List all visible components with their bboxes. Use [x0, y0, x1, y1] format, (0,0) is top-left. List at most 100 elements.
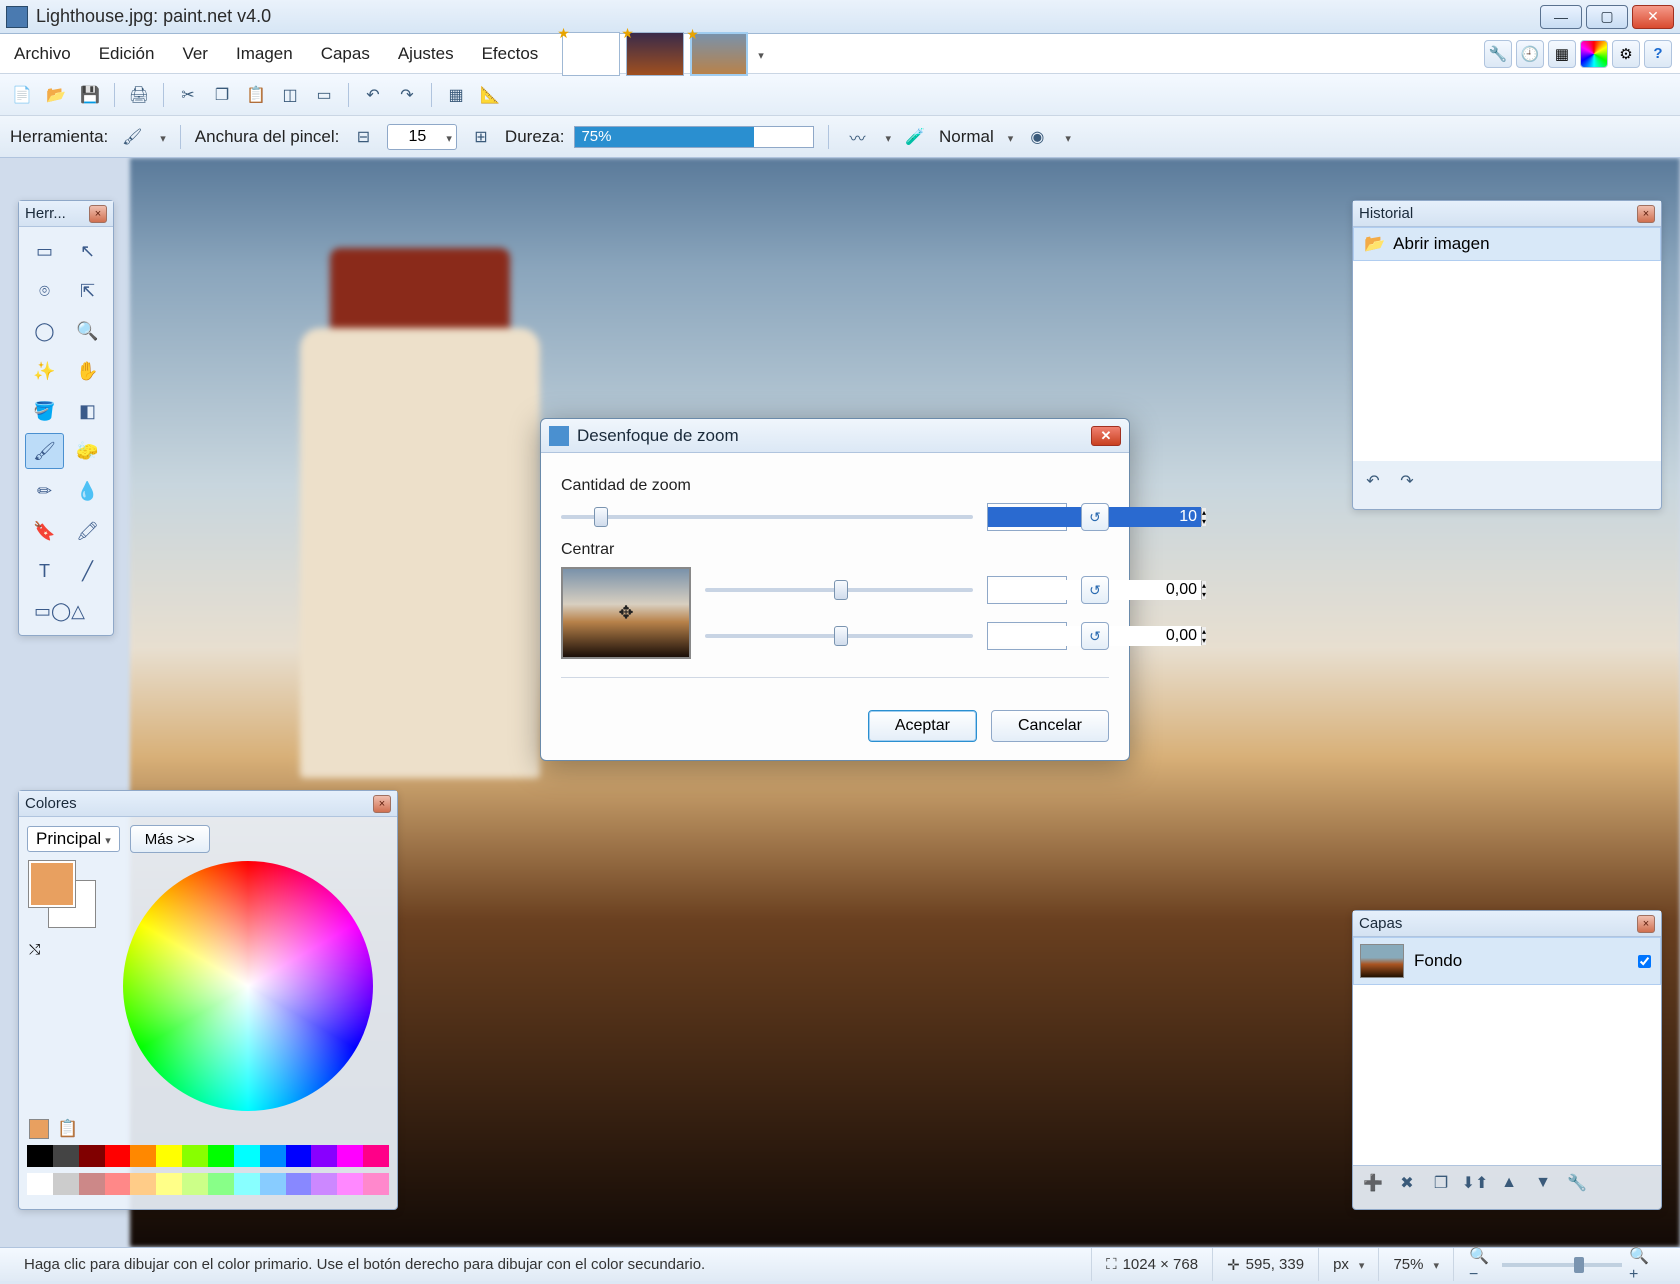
- center-preview[interactable]: [561, 567, 691, 659]
- minimize-button[interactable]: —: [1540, 5, 1582, 29]
- tools-window-toggle[interactable]: 🔧: [1484, 40, 1512, 68]
- ruler-icon[interactable]: 📐: [476, 81, 504, 109]
- print-icon[interactable]: 🖨: [125, 81, 153, 109]
- menu-ajustes[interactable]: Ajustes: [384, 38, 468, 70]
- duplicate-layer-icon[interactable]: ❐: [1427, 1169, 1455, 1197]
- move-layer-down-icon[interactable]: ▼: [1529, 1169, 1557, 1197]
- merge-layer-icon[interactable]: ⬇⬆: [1461, 1169, 1489, 1197]
- history-redo-icon[interactable]: ↷: [1393, 467, 1421, 495]
- tools-panel[interactable]: Herr...× ▭ ↖ ⌾ ⇱ ◯ 🔍 ✨ ✋ 🪣 ◧ 🖌 🧽 ✏ 💧 🔖 🖍…: [18, 200, 114, 636]
- new-file-icon[interactable]: 📄: [8, 81, 36, 109]
- clone-stamp-tool[interactable]: 🔖: [25, 513, 64, 549]
- text-tool[interactable]: T: [25, 553, 64, 589]
- doc-thumb-3[interactable]: ★: [690, 32, 748, 76]
- ellipse-select-tool[interactable]: ◯: [25, 313, 64, 349]
- save-icon[interactable]: 💾: [76, 81, 104, 109]
- history-item[interactable]: 📂 Abrir imagen: [1353, 227, 1661, 261]
- shapes-tool[interactable]: ▭◯△: [25, 593, 107, 629]
- center-y-slider[interactable]: [705, 634, 973, 638]
- undo-icon[interactable]: ↶: [359, 81, 387, 109]
- menu-archivo[interactable]: Archivo: [0, 38, 85, 70]
- move-layer-up-icon[interactable]: ▲: [1495, 1169, 1523, 1197]
- cut-icon[interactable]: ✂: [174, 81, 202, 109]
- palette-row-2[interactable]: [27, 1173, 389, 1195]
- doc-thumbs-dropdown[interactable]: [754, 44, 764, 64]
- delete-layer-icon[interactable]: ✖: [1393, 1169, 1421, 1197]
- close-panel-icon[interactable]: ×: [1637, 915, 1655, 933]
- menu-ver[interactable]: Ver: [168, 38, 222, 70]
- color-mode-select[interactable]: Principal: [27, 826, 120, 852]
- doc-thumb-1[interactable]: ★: [562, 32, 620, 76]
- doc-thumb-2[interactable]: ★: [626, 32, 684, 76]
- reset-cy-button[interactable]: ↺: [1081, 622, 1109, 650]
- grid-icon[interactable]: ▦: [442, 81, 470, 109]
- move-tool[interactable]: ↖: [68, 233, 107, 269]
- hardness-slider[interactable]: 75%: [574, 126, 814, 148]
- redo-icon[interactable]: ↷: [393, 81, 421, 109]
- brush-width-input[interactable]: [387, 124, 457, 150]
- spin-down-icon[interactable]: ▾: [1201, 517, 1206, 526]
- history-window-toggle[interactable]: 🕘: [1516, 40, 1544, 68]
- antialias-icon[interactable]: 〰: [843, 123, 871, 151]
- magic-wand-tool[interactable]: ✨: [25, 353, 64, 389]
- layer-row[interactable]: Fondo: [1353, 937, 1661, 985]
- swap-colors-icon[interactable]: ⤭: [29, 941, 99, 958]
- help-icon[interactable]: ?: [1644, 40, 1672, 68]
- colors-window-toggle[interactable]: [1580, 40, 1608, 68]
- layers-window-toggle[interactable]: ▦: [1548, 40, 1576, 68]
- palette-row-1[interactable]: [27, 1145, 389, 1167]
- copy-icon[interactable]: ❐: [208, 81, 236, 109]
- layer-blend-icon[interactable]: ◉: [1023, 123, 1051, 151]
- open-file-icon[interactable]: 📂: [42, 81, 70, 109]
- zoom-out-icon[interactable]: 🔍−: [1468, 1251, 1496, 1279]
- dialog-close-icon[interactable]: ✕: [1091, 426, 1121, 446]
- zoom-in-icon[interactable]: 🔍+: [1628, 1251, 1656, 1279]
- pan-tool[interactable]: ✋: [68, 353, 107, 389]
- reset-cx-button[interactable]: ↺: [1081, 576, 1109, 604]
- color-wheel[interactable]: [123, 861, 373, 1111]
- paste-icon[interactable]: 📋: [242, 81, 270, 109]
- menu-efectos[interactable]: Efectos: [468, 38, 553, 70]
- gradient-tool[interactable]: ◧: [68, 393, 107, 429]
- rect-select-tool[interactable]: ▭: [25, 233, 64, 269]
- tool-dropdown[interactable]: [156, 127, 166, 147]
- add-layer-icon[interactable]: ➕: [1359, 1169, 1387, 1197]
- menu-capas[interactable]: Capas: [307, 38, 384, 70]
- recolor-tool[interactable]: 🖍: [68, 513, 107, 549]
- maximize-button[interactable]: ▢: [1586, 5, 1628, 29]
- width-increase-icon[interactable]: ⊞: [467, 123, 495, 151]
- deselect-icon[interactable]: ▭: [310, 81, 338, 109]
- history-panel[interactable]: Historial× 📂 Abrir imagen ↶ ↷: [1352, 200, 1662, 510]
- width-decrease-icon[interactable]: ⊟: [349, 123, 377, 151]
- primary-color-swatch[interactable]: [29, 861, 75, 907]
- zoom-dropdown[interactable]: [1429, 1256, 1439, 1273]
- line-tool[interactable]: ╱: [68, 553, 107, 589]
- spin-up-icon[interactable]: ▴: [1201, 508, 1206, 517]
- paintbrush-tool[interactable]: 🖌: [25, 433, 64, 469]
- palette-manage-icon[interactable]: 📋: [57, 1119, 77, 1139]
- eraser-tool[interactable]: 🧽: [68, 433, 107, 469]
- zoom-amount-input[interactable]: ▴▾: [987, 503, 1067, 531]
- close-panel-icon[interactable]: ×: [373, 795, 391, 813]
- close-window-button[interactable]: ✕: [1632, 5, 1674, 29]
- history-undo-icon[interactable]: ↶: [1359, 467, 1387, 495]
- zoom-tool[interactable]: 🔍: [68, 313, 107, 349]
- add-color-swatch[interactable]: [29, 1119, 49, 1139]
- zoom-slider[interactable]: [1502, 1263, 1622, 1267]
- fill-icon[interactable]: 🧪: [901, 123, 929, 151]
- move-selection-tool[interactable]: ⇱: [68, 273, 107, 309]
- menu-imagen[interactable]: Imagen: [222, 38, 307, 70]
- colors-panel[interactable]: Colores× Principal Más >> ⤭ 📋: [18, 790, 398, 1210]
- center-x-input[interactable]: ▴▾: [987, 576, 1067, 604]
- lasso-tool[interactable]: ⌾: [25, 273, 64, 309]
- cancel-button[interactable]: Cancelar: [991, 710, 1109, 742]
- center-y-input[interactable]: ▴▾: [987, 622, 1067, 650]
- unit-dropdown[interactable]: [1355, 1256, 1365, 1273]
- more-colors-button[interactable]: Más >>: [130, 825, 210, 853]
- menu-edicion[interactable]: Edición: [85, 38, 169, 70]
- layer-properties-icon[interactable]: 🔧: [1563, 1169, 1591, 1197]
- paint-bucket-tool[interactable]: 🪣: [25, 393, 64, 429]
- close-panel-icon[interactable]: ×: [89, 205, 107, 223]
- center-x-slider[interactable]: [705, 588, 973, 592]
- crop-icon[interactable]: ◫: [276, 81, 304, 109]
